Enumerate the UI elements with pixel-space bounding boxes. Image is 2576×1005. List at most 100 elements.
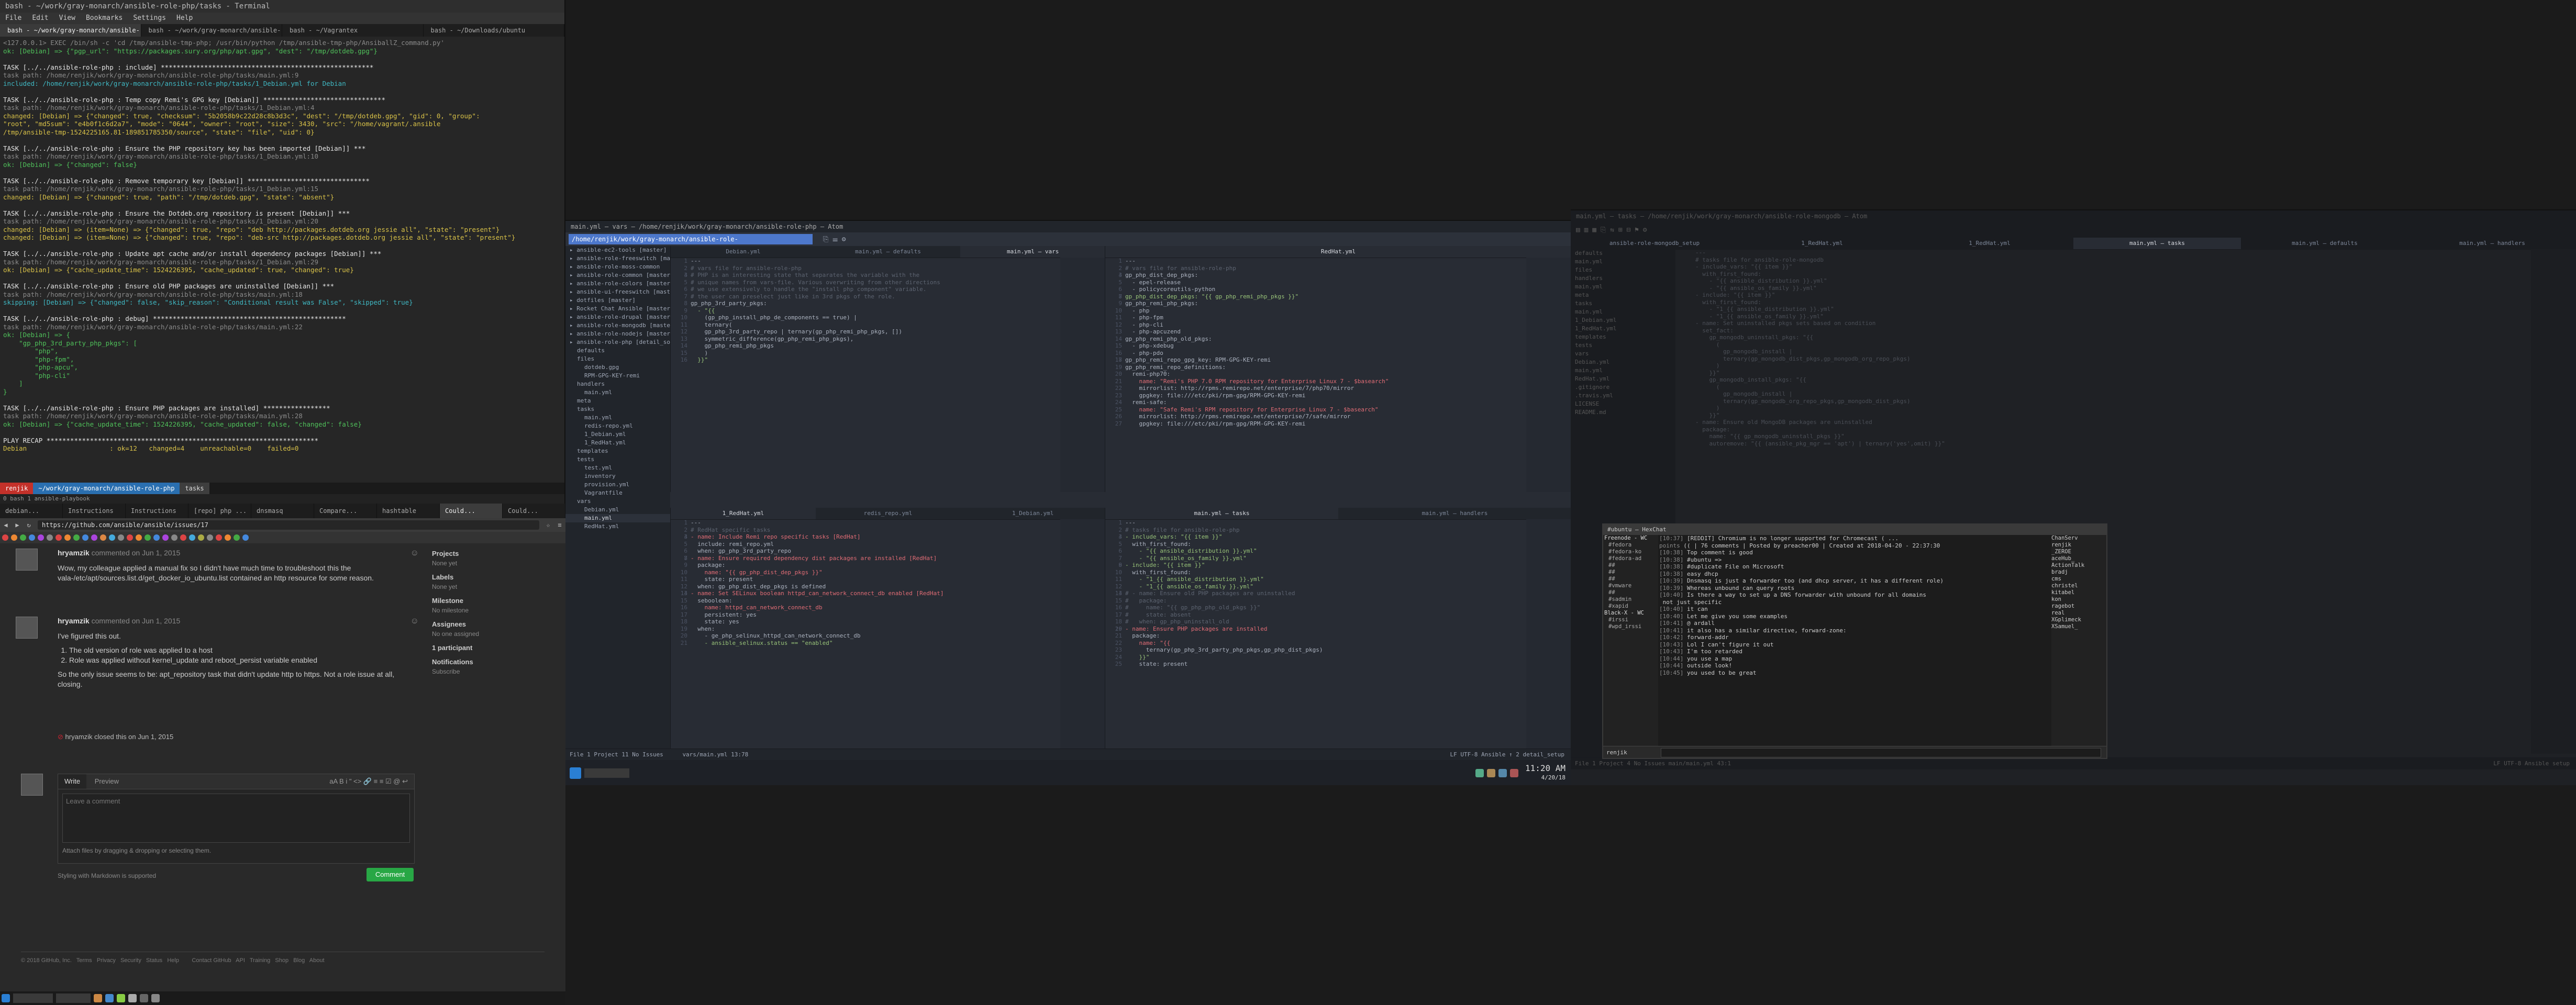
user-item[interactable]: XSamuel_ [2051, 623, 2106, 630]
taskbar-button[interactable] [56, 993, 91, 1003]
editor-tab[interactable]: 1_RedHat.yml [671, 508, 816, 519]
minimap[interactable] [2531, 249, 2576, 754]
bookmark-icon[interactable] [162, 534, 169, 541]
toolbar-icons[interactable]: ⎘ ☰ ⚙ [823, 236, 846, 243]
bookmark-icon[interactable] [145, 534, 151, 541]
minimap[interactable] [1526, 519, 1571, 749]
app-icon[interactable] [105, 994, 114, 1002]
bookmark-icon[interactable] [73, 534, 80, 541]
menu-item[interactable]: Bookmarks [86, 14, 123, 22]
tree-item[interactable]: .travis.yml [1571, 392, 1675, 400]
user-item[interactable]: christel [2051, 583, 2106, 589]
tree-item[interactable]: main.yml [1571, 308, 1675, 316]
menu-item[interactable]: Help [176, 14, 193, 22]
app-icon[interactable] [94, 994, 102, 1002]
bookmark-icon[interactable] [225, 534, 231, 541]
emoji-reaction-icon[interactable]: ☺ [410, 549, 419, 558]
atom-editor-window[interactable]: main.yml — vars — /home/renjik/work/gray… [565, 220, 1571, 785]
bookmark-icon[interactable] [189, 534, 195, 541]
app-icon[interactable] [151, 994, 160, 1002]
comment-editor[interactable]: Write Preview aA B i " <> 🔗 ≡ ≡ ☑ @ ↩ Le… [58, 774, 415, 864]
tree-item[interactable]: templates [1571, 333, 1675, 341]
tree-item[interactable]: RedHat.yml [565, 522, 670, 531]
code-area[interactable]: 1 --- 2 # vars file for ansible-role-php 3 4 #… [671, 258, 1059, 492]
channel-item[interactable]: #fedora-ad [1603, 555, 1658, 562]
tree-item[interactable]: ▸ ansible-role-drupal [master] [565, 313, 674, 321]
menu-item[interactable]: File [5, 14, 21, 22]
terminal-tab[interactable]: bash - ~/Downloads/ubuntu [424, 24, 564, 37]
browser-tab[interactable]: Instructions [126, 504, 188, 518]
tree-item[interactable]: ▸ ansible-ec2-tools [master] [565, 246, 670, 254]
bookmark-icon[interactable] [153, 534, 160, 541]
status-right[interactable]: LF UTF-8 Ansible ↑ 2 detail_setup [1450, 749, 1564, 761]
tree-item[interactable]: ▸ ansible-role-nodejs [master] [565, 330, 674, 338]
tree-item[interactable]: defaults [565, 347, 670, 355]
bookmark-icon[interactable] [2, 534, 8, 541]
markdown-toolbar[interactable]: aA B i " <> 🔗 ≡ ≡ ☑ @ ↩ [329, 774, 414, 789]
editor-tab[interactable]: main.yml — handlers [2408, 238, 2576, 249]
bookmark-icon[interactable] [171, 534, 177, 541]
tree-item[interactable]: inventory [565, 472, 670, 481]
tray-icon[interactable] [1475, 769, 1484, 777]
back-icon[interactable]: ◀ [0, 521, 12, 529]
tree-item[interactable]: ▸ ansible-role-php [detail_sor [565, 338, 674, 347]
clock[interactable]: 11:20 AM 4/20/18 [1525, 764, 1565, 782]
menu-item[interactable]: Edit [32, 14, 48, 22]
user-list[interactable]: ChanServ renjik _ZEROE aceHub_ ActionTalk bra… [2051, 535, 2106, 746]
tree-item[interactable]: main.yml [565, 414, 670, 422]
bookmark-icon[interactable] [38, 534, 44, 541]
tree-item[interactable]: ▸ ansible-role-freeswitch [mas [565, 254, 674, 263]
sidebar-section[interactable]: Assignees No one assigned [432, 620, 558, 638]
tree-item[interactable]: defaults [1571, 249, 1675, 258]
bookmark-icon[interactable] [180, 534, 186, 541]
tree-item[interactable]: main.yml [565, 514, 670, 522]
bookmark-icon[interactable] [100, 534, 106, 541]
tray-icon[interactable] [1498, 769, 1507, 777]
browser-tab[interactable]: Could... [440, 504, 503, 518]
terminal-window[interactable]: bash - ~/work/gray-monarch/ansible-role-… [0, 0, 565, 504]
channel-item[interactable]: #vmware [1603, 583, 1658, 589]
bookmark-icon[interactable] [234, 534, 240, 541]
editor-pane[interactable]: main.yml — tasks main.yml — handlers 1 ---… [1105, 508, 1571, 749]
reload-icon[interactable]: ↻ [23, 521, 35, 529]
menu-item[interactable]: View [59, 14, 75, 22]
channel-item[interactable]: #fedora [1603, 542, 1658, 549]
bookmark-icon[interactable] [118, 534, 124, 541]
code-area[interactable]: 1 --- 2 # tasks file for ansible-role-php 3 4… [1105, 519, 1525, 749]
bookmark-icon[interactable] [109, 534, 115, 541]
tray-icon[interactable] [1509, 769, 1518, 777]
comment-textarea[interactable]: Leave a comment [62, 794, 410, 843]
channel-item[interactable]: ## [1603, 562, 1658, 569]
tree-item[interactable]: RedHat.yml [1571, 375, 1675, 383]
channel-list[interactable]: Freenode - WC #fedora #fedora-ko #fedora-ad… [1603, 535, 1658, 746]
preview-tab[interactable]: Preview [88, 777, 125, 785]
sidebar-section[interactable]: Labels None yet [432, 573, 558, 590]
editor-tab[interactable]: main.yml — vars [960, 246, 1106, 258]
user-item[interactable]: renjik [2051, 542, 2106, 549]
channel-item[interactable]: ## [1603, 589, 1658, 596]
editor-tab[interactable]: Debian.yml [671, 246, 816, 258]
tree-item[interactable]: meta [565, 397, 670, 405]
tree-item[interactable]: files [1571, 266, 1675, 274]
editor-tab[interactable]: 1_RedHat.yml [1906, 238, 2073, 249]
tree-item[interactable]: main.yml [1571, 258, 1675, 266]
terminal-output[interactable]: <127.0.0.1> EXEC /bin/sh -c 'cd /tmp/ans… [0, 37, 564, 483]
sidebar-section[interactable]: Projects None yet [432, 550, 558, 567]
code-area[interactable]: 1 --- 2 # vars file for ansible-role-php 3 4 g… [1105, 258, 1525, 492]
minimap[interactable] [1060, 519, 1105, 749]
channel-item[interactable]: #fedora-ko [1603, 549, 1658, 555]
tree-item[interactable]: main.yml [565, 388, 670, 397]
status-left[interactable]: File 1 Project 11 No Issues [570, 751, 663, 758]
tree-item[interactable]: ▸ Rocket Chat Ansible [master] [565, 305, 674, 313]
editor-pane[interactable]: Debian.yml main.yml — defaults main.yml — … [670, 246, 1106, 492]
bookmark-icon[interactable] [11, 534, 17, 541]
tree-item[interactable]: tasks [565, 405, 670, 414]
attach-files-hint[interactable]: Attach files by dragging & dropping or s… [62, 847, 410, 854]
tree-item[interactable]: redis-repo.yml [565, 422, 670, 430]
editor-tab[interactable]: RedHat.yml [1105, 246, 1571, 258]
user-item[interactable]: kon [2051, 596, 2106, 603]
user-item[interactable]: cms [2051, 576, 2106, 583]
bookmark-icon[interactable] [20, 534, 26, 541]
taskbar-button[interactable] [13, 993, 53, 1003]
user-item[interactable]: ActionTalk [2051, 562, 2106, 569]
